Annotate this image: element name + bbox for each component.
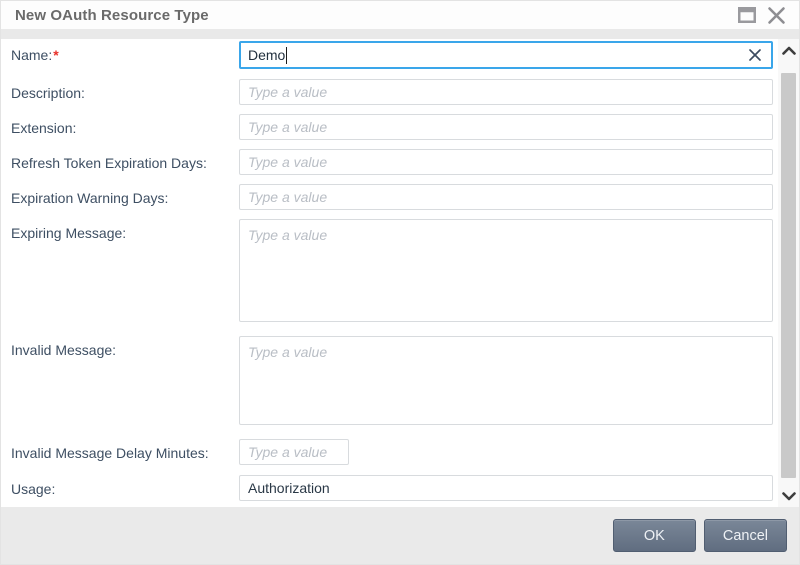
- invalid-message-delay-minutes-label: Invalid Message Delay Minutes:: [11, 445, 209, 461]
- refresh-token-expiration-days-input[interactable]: [239, 149, 773, 175]
- extension-input[interactable]: [239, 114, 773, 140]
- maximize-button[interactable]: [736, 4, 758, 26]
- oauth-resource-form: Name:* Demo Description: Type a value Ex…: [1, 39, 773, 507]
- usage-input[interactable]: [239, 475, 773, 501]
- expiration-warning-days-label: Expiration Warning Days:: [11, 190, 169, 206]
- titlebar-divider-strip: [1, 29, 799, 39]
- expiration-warning-days-input[interactable]: [239, 184, 773, 210]
- expiring-message-label: Expiring Message:: [11, 225, 127, 241]
- extension-label: Extension:: [11, 120, 77, 136]
- close-icon: [767, 6, 785, 24]
- description-label: Description:: [11, 85, 85, 101]
- chevron-down-icon: [781, 491, 796, 500]
- close-button[interactable]: [765, 4, 787, 26]
- invalid-message-label: Invalid Message:: [11, 342, 117, 358]
- name-input[interactable]: Demo: [239, 41, 773, 69]
- scroll-up-button[interactable]: [778, 39, 799, 61]
- form-row-invalid-message: Invalid Message:: [11, 336, 773, 425]
- form-row-description: Description:: [11, 79, 773, 105]
- form-row-expiring-message: Expiring Message:: [11, 219, 773, 322]
- expiring-message-textarea[interactable]: [239, 219, 773, 322]
- form-row-expiration-warning-days: Expiration Warning Days:: [11, 184, 773, 210]
- chevron-up-icon: [781, 46, 796, 55]
- name-label: Name:*: [11, 47, 59, 63]
- clear-input-button[interactable]: [746, 46, 764, 64]
- maximize-icon: [738, 7, 756, 23]
- scroll-down-button[interactable]: [778, 485, 799, 507]
- new-oauth-resource-type-dialog: { "window": { "title": "New OAuth Resour…: [0, 0, 800, 565]
- scrollbar-thumb[interactable]: [781, 73, 796, 478]
- refresh-token-expiration-days-label: Refresh Token Expiration Days:: [11, 155, 207, 171]
- name-input-value: Demo: [248, 47, 286, 63]
- dialog-title: New OAuth Resource Type: [15, 6, 209, 24]
- ok-button[interactable]: OK: [612, 519, 696, 552]
- clear-x-icon: [749, 49, 761, 61]
- usage-label: Usage:: [11, 481, 56, 497]
- dialog-titlebar: New OAuth Resource Type: [1, 1, 799, 29]
- invalid-message-textarea[interactable]: [239, 336, 773, 425]
- cancel-button[interactable]: Cancel: [703, 519, 787, 552]
- scrollbar-track[interactable]: [778, 61, 799, 485]
- description-input[interactable]: [239, 79, 773, 105]
- vertical-scrollbar: [778, 39, 799, 507]
- form-row-name: Name:* Demo: [11, 41, 773, 69]
- dialog-footer: OK Cancel: [1, 507, 799, 564]
- form-row-usage: Usage:: [11, 475, 773, 501]
- form-row-refresh-token-expiration-days: Refresh Token Expiration Days:: [11, 149, 773, 175]
- form-row-invalid-message-delay-minutes: Invalid Message Delay Minutes:: [11, 439, 773, 465]
- text-caret: [286, 46, 288, 64]
- form-row-extension: Extension:: [11, 114, 773, 140]
- required-asterisk: *: [53, 47, 59, 63]
- invalid-message-delay-minutes-input[interactable]: [239, 439, 349, 465]
- dialog-body: Name:* Demo Description: Type a value Ex…: [1, 39, 799, 507]
